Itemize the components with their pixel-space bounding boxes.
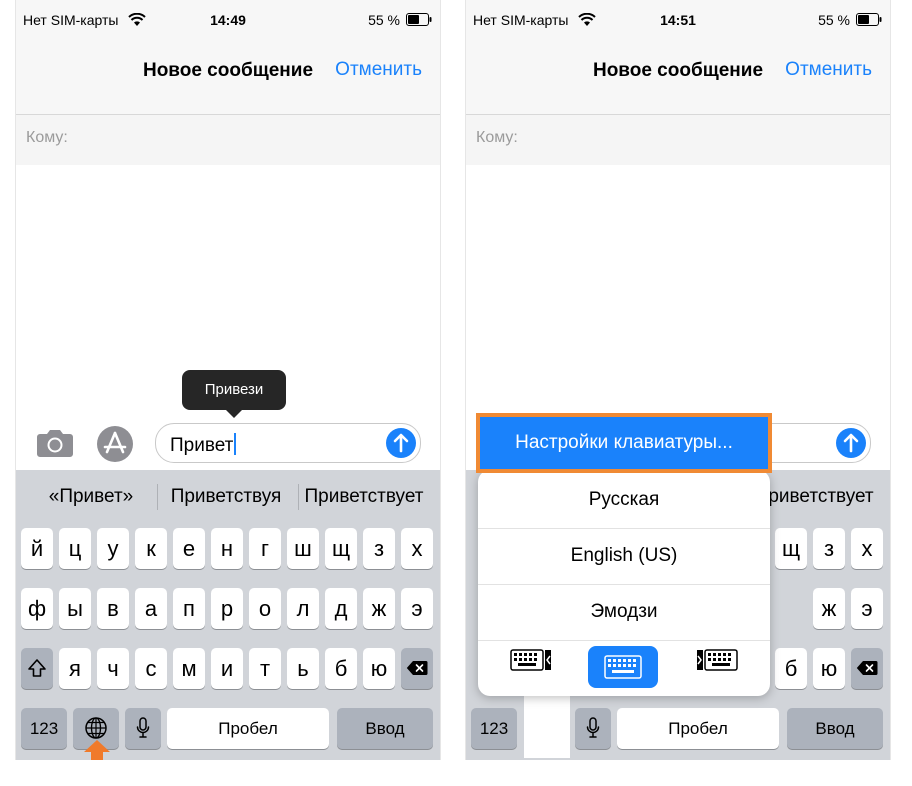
key[interactable]: м: [173, 648, 205, 689]
key[interactable]: к: [135, 528, 167, 569]
microphone-icon: [136, 717, 150, 738]
key[interactable]: й: [21, 528, 53, 569]
battery-icon: [856, 13, 882, 31]
key[interactable]: и: [211, 648, 243, 689]
key[interactable]: ф: [21, 588, 53, 629]
backspace-key[interactable]: [851, 648, 883, 689]
suggestion-2[interactable]: Приветствуя: [161, 486, 291, 508]
key[interactable]: д: [325, 588, 357, 629]
status-bar: Нет SIM-карты 14:49 55 %: [16, 0, 440, 40]
key[interactable]: б: [775, 648, 807, 689]
key[interactable]: з: [813, 528, 845, 569]
key[interactable]: р: [211, 588, 243, 629]
microphone-key[interactable]: [125, 708, 161, 749]
send-arrow-icon: [843, 433, 859, 453]
nav-bar: Новое сообщение Отменить: [16, 40, 440, 115]
message-input-text: Привет: [170, 433, 237, 457]
phone-screen-right: Нет SIM-карты 14:51 55 % Новое сообщение…: [465, 0, 891, 760]
key[interactable]: н: [211, 528, 243, 569]
key[interactable]: в: [97, 588, 129, 629]
key[interactable]: п: [173, 588, 205, 629]
language-option-english[interactable]: English (US): [478, 528, 770, 585]
globe-icon: [85, 717, 107, 739]
key[interactable]: л: [287, 588, 319, 629]
keyboard-right-icon[interactable]: [696, 648, 738, 677]
key[interactable]: э: [851, 588, 883, 629]
return-key[interactable]: Ввод: [337, 708, 433, 749]
message-input[interactable]: Привет: [155, 423, 421, 463]
key[interactable]: б: [325, 648, 357, 689]
language-option-russian[interactable]: Русская: [478, 472, 770, 529]
battery-percent: 55 %: [818, 12, 850, 28]
status-bar: Нет SIM-карты 14:51 55 %: [466, 0, 890, 40]
key[interactable]: о: [249, 588, 281, 629]
space-key[interactable]: Пробел: [167, 708, 329, 749]
key[interactable]: ь: [287, 648, 319, 689]
microphone-key[interactable]: [575, 708, 611, 749]
key[interactable]: з: [363, 528, 395, 569]
key[interactable]: щ: [325, 528, 357, 569]
backspace-key[interactable]: [401, 648, 433, 689]
key[interactable]: э: [401, 588, 433, 629]
numbers-key[interactable]: 123: [471, 708, 517, 749]
send-arrow-icon: [393, 433, 409, 453]
microphone-icon: [586, 717, 600, 738]
key[interactable]: ж: [363, 588, 395, 629]
key[interactable]: ж: [813, 588, 845, 629]
key[interactable]: ш: [287, 528, 319, 569]
cancel-button[interactable]: Отменить: [785, 59, 872, 81]
battery-percent: 55 %: [368, 12, 400, 28]
numbers-key[interactable]: 123: [21, 708, 67, 749]
suggestion-bar: «Привет» Приветствуя Приветствует: [16, 470, 440, 522]
keyboard-full-icon[interactable]: [588, 646, 658, 688]
keyboard: «Привет» Приветствуя Приветствует й ц у …: [16, 470, 440, 760]
message-input-value: Привет: [170, 435, 234, 456]
key[interactable]: ы: [59, 588, 91, 629]
phone-screen-left: Нет SIM-карты 14:49 55 % Новое сообщение…: [15, 0, 441, 760]
key[interactable]: я: [59, 648, 91, 689]
keyboard-left-icon[interactable]: [510, 648, 552, 677]
key[interactable]: х: [851, 528, 883, 569]
space-key[interactable]: Пробел: [617, 708, 779, 749]
key[interactable]: г: [249, 528, 281, 569]
key[interactable]: ц: [59, 528, 91, 569]
key[interactable]: ю: [363, 648, 395, 689]
keyboard-settings-button[interactable]: Настройки клавиатуры...: [476, 413, 772, 473]
globe-key-pressed[interactable]: [524, 696, 570, 758]
suggestion-3[interactable]: Приветствует: [298, 486, 430, 508]
cancel-button[interactable]: Отменить: [335, 59, 422, 81]
backspace-icon: [856, 661, 878, 675]
recipient-label: Кому:: [476, 129, 518, 146]
key[interactable]: х: [401, 528, 433, 569]
key[interactable]: у: [97, 528, 129, 569]
return-key[interactable]: Ввод: [787, 708, 883, 749]
key[interactable]: ю: [813, 648, 845, 689]
text-caret: [234, 433, 237, 455]
key[interactable]: щ: [775, 528, 807, 569]
key[interactable]: т: [249, 648, 281, 689]
suggestion-separator: [157, 484, 158, 510]
key[interactable]: е: [173, 528, 205, 569]
shift-key[interactable]: [21, 648, 53, 689]
shift-icon: [28, 659, 46, 677]
language-option-emoji[interactable]: Эмодзи: [478, 584, 770, 641]
key[interactable]: а: [135, 588, 167, 629]
battery-icon: [406, 13, 432, 31]
nav-bar: Новое сообщение Отменить: [466, 40, 890, 115]
suggestion-3[interactable]: риветствует: [756, 486, 886, 508]
suggestion-1[interactable]: «Привет»: [26, 486, 156, 508]
recipient-label: Кому:: [26, 129, 68, 146]
appstore-icon[interactable]: [96, 425, 134, 468]
recipient-field[interactable]: Кому:: [466, 115, 890, 165]
key[interactable]: ч: [97, 648, 129, 689]
autocorrect-tooltip[interactable]: Привези: [182, 370, 286, 418]
recipient-field[interactable]: Кому:: [16, 115, 440, 165]
orange-arrow-icon: [84, 740, 110, 760]
key[interactable]: с: [135, 648, 167, 689]
send-button[interactable]: [836, 428, 866, 458]
send-button[interactable]: [386, 428, 416, 458]
camera-icon[interactable]: [36, 428, 74, 463]
backspace-icon: [406, 661, 428, 675]
